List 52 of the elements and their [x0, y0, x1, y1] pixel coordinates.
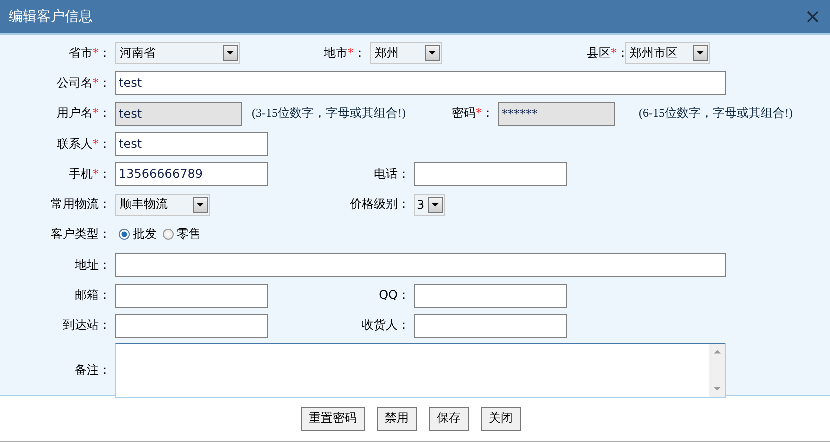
field-label: 地址： — [75, 258, 111, 272]
input-field[interactable] — [115, 314, 268, 338]
input-field[interactable]: 13566666789 — [115, 162, 268, 186]
caret-icon — [432, 202, 439, 207]
field-label: 用户名*： — [57, 106, 111, 120]
radio-option[interactable]: 批发 — [119, 226, 157, 244]
dialog-button[interactable]: 关闭 — [481, 406, 521, 430]
input-field[interactable] — [414, 162, 567, 186]
close-icon — [807, 10, 819, 22]
field-label: 地市*： — [324, 46, 366, 60]
caret-icon — [697, 51, 704, 56]
dropdown[interactable]: 河南省 — [115, 42, 240, 64]
scroll-down-icon — [714, 386, 720, 391]
dialog-button[interactable]: 禁用 — [377, 406, 417, 430]
radio-button[interactable] — [163, 229, 174, 240]
field-label: 邮箱： — [75, 288, 111, 302]
input-field[interactable]: test — [115, 132, 268, 156]
field-label: 省市*： — [69, 46, 111, 60]
radio-option[interactable]: 零售 — [163, 226, 201, 244]
field-label: 客户类型： — [51, 227, 111, 242]
caret-icon — [227, 51, 234, 56]
window-title: 编辑客户信息 — [9, 8, 93, 26]
input-field[interactable]: test — [115, 71, 726, 96]
dialog-button[interactable]: 保存 — [429, 406, 469, 430]
radio-label: 零售 — [177, 226, 201, 244]
input-field[interactable] — [115, 284, 268, 308]
field-label: 联系人*： — [57, 136, 111, 151]
caret-icon — [429, 51, 436, 56]
hint-text: (6-15位数字，字母或其组合!) — [639, 105, 793, 122]
field-label: 手机*： — [69, 166, 111, 181]
dropdown[interactable]: 郑州 — [370, 42, 442, 64]
input-field[interactable] — [414, 314, 567, 338]
radio-button[interactable] — [119, 229, 130, 240]
field-label: 价格级别： — [350, 197, 410, 212]
dialog-button[interactable]: 重置密码 — [301, 406, 365, 430]
input-field[interactable] — [414, 284, 567, 308]
field-label: 收货人： — [362, 318, 410, 332]
field-label: 备注： — [75, 362, 111, 377]
field-label: 公司名*： — [57, 76, 111, 90]
field-label: 常用物流： — [51, 197, 111, 212]
input-field[interactable] — [115, 253, 726, 278]
field-label: 电话： — [374, 166, 410, 181]
scroll-up-icon — [714, 350, 720, 354]
field-label: 到达站： — [63, 318, 111, 332]
dropdown[interactable]: 顺丰物流 — [115, 194, 210, 216]
hint-text: (3-15位数字，字母或其组合!) — [252, 105, 406, 122]
dropdown[interactable]: 3 — [414, 194, 445, 216]
radio-label: 批发 — [133, 226, 157, 244]
field-label: QQ： — [379, 288, 410, 302]
field-label: 密码*： — [452, 106, 494, 120]
caret-icon — [197, 202, 204, 207]
dropdown[interactable]: 郑州市区 — [625, 42, 710, 64]
